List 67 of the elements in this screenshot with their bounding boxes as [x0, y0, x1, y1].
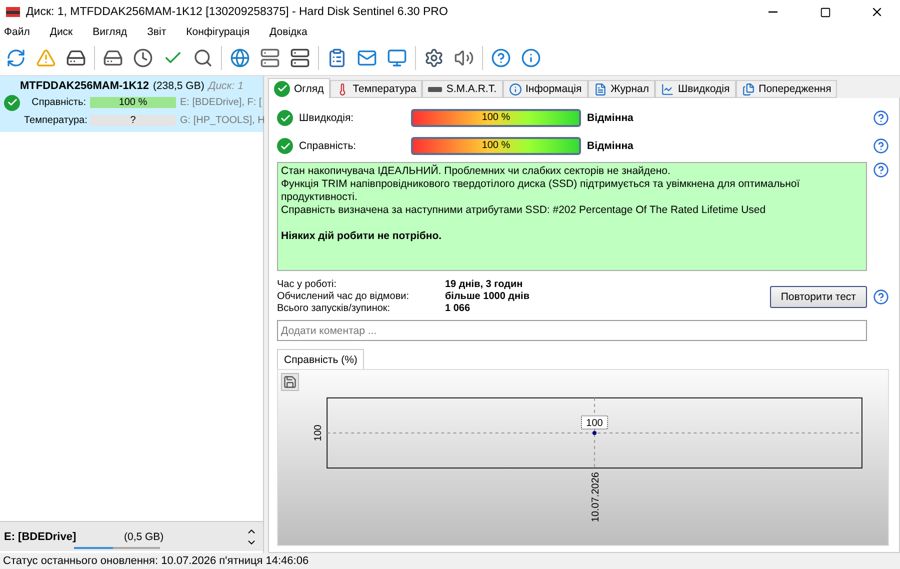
maximize-icon[interactable]: [820, 6, 830, 18]
disk-index: Диск: 1: [208, 80, 244, 92]
disk-item[interactable]: MTFDDAK256MAM-1K12 (238,5 GB) Диск: 1 Справність: 100 % E: [BDEDrive], F: [ Температура: ? G: [HP_TOOLS], H: [0, 76, 263, 132]
help-icon[interactable]: [873, 138, 889, 154]
status-message: Стан накопичувача ІДЕАЛЬНИЙ. Проблемних чи слабких секторів не знайдено.: [281, 165, 672, 178]
stat-value: 1 066: [445, 303, 472, 314]
info-icon: [508, 82, 522, 96]
comment-field[interactable]: Додати коментар ...: [277, 320, 867, 341]
check-icon: [277, 110, 293, 126]
data-label-frame: [581, 415, 608, 430]
drive-icon: [428, 86, 442, 92]
retest-button[interactable]: Повторити тест: [770, 286, 867, 308]
menu-item[interactable]: Диск: [50, 24, 83, 40]
menu-item[interactable]: Конфігурація: [186, 24, 260, 40]
tab[interactable]: Журнал: [588, 80, 655, 98]
data-point: [592, 430, 597, 435]
rating-text: Відмінна: [587, 140, 634, 152]
app-icon: [6, 7, 20, 17]
check-icon: [277, 138, 293, 154]
meter-bar: ?: [90, 115, 176, 126]
meter-bar: 100 %: [411, 109, 581, 127]
help-icon[interactable]: [873, 288, 889, 304]
volume-list: G: [HP_TOOLS], H: [180, 115, 265, 126]
meter-label: Справність:: [299, 140, 358, 152]
stat-label: Обчислений час до відмови:: [277, 291, 410, 302]
tab[interactable]: Швидкодія: [654, 80, 736, 98]
data-label: 100: [586, 418, 603, 429]
window-title: Диск: 1, MTFDDAK256MAM-1K12 [130209258375] - Hard Disk Sentinel 6.30 PRO: [26, 6, 449, 18]
status-message: Справність визначена за наступними атрибутами SSD: #202 Percentage Of The Rated Lifetime Used: [281, 204, 767, 217]
tab[interactable]: Інформація: [502, 80, 588, 98]
row-label: Справність:: [30, 97, 86, 108]
volume-list: E: [BDEDrive], F: [: [180, 97, 262, 108]
tab[interactable]: Температура: [330, 80, 422, 98]
tab[interactable]: Огляд: [268, 78, 330, 98]
menu-item[interactable]: Довідка: [270, 24, 318, 40]
row-label: Температура:: [24, 115, 86, 126]
partition-name: E: [BDEDrive]: [4, 530, 78, 542]
tab[interactable]: Попередження: [736, 80, 838, 98]
partition-item[interactable]: E: [BDEDrive] (0,5 GB): [0, 521, 263, 551]
menu-item[interactable]: Вигляд: [92, 24, 138, 40]
status-message: Функція TRIM напівпровідникового твердотілого диска (SSD) підтримується та увімкнена для оптимальної продуктивності.: [281, 178, 801, 204]
menu-item[interactable]: Файл: [4, 24, 40, 40]
save-button[interactable]: [281, 373, 299, 391]
chart-tab[interactable]: Справність (%): [277, 349, 364, 369]
help-icon[interactable]: [873, 162, 889, 178]
document-icon: [594, 82, 607, 96]
partition-size: (0,5 GB): [124, 530, 164, 542]
meter-bar: 100 %: [411, 137, 581, 155]
recommendation-text: Ніяких дій робити не потрібно.: [281, 230, 443, 243]
tab[interactable]: S.M.A.R.T.: [422, 80, 503, 98]
stat-value: 19 днів, 3 годин: [445, 279, 524, 290]
help-icon[interactable]: [873, 110, 889, 126]
stat-value: більше 1000 днів: [445, 291, 530, 302]
x-axis-label: 10.07.2026: [590, 472, 602, 522]
rating-text: Відмінна: [587, 112, 634, 124]
close-icon[interactable]: [870, 5, 884, 19]
disk-size: (238,5 GB): [152, 80, 204, 92]
meter-label: Швидкодія:: [299, 112, 355, 124]
menu-item[interactable]: Звіт: [147, 24, 176, 40]
check-icon: [4, 94, 20, 110]
stat-label: Час у роботі:: [277, 279, 338, 290]
meter-bar: 100 %: [90, 97, 176, 108]
y-axis-label: 100: [313, 424, 324, 442]
disk-name: MTFDDAK256MAM-1K12: [20, 80, 149, 92]
documents-icon: [742, 82, 755, 96]
chart-icon: [660, 82, 674, 96]
stat-label: Всього запусків/зупинок:: [277, 303, 392, 314]
